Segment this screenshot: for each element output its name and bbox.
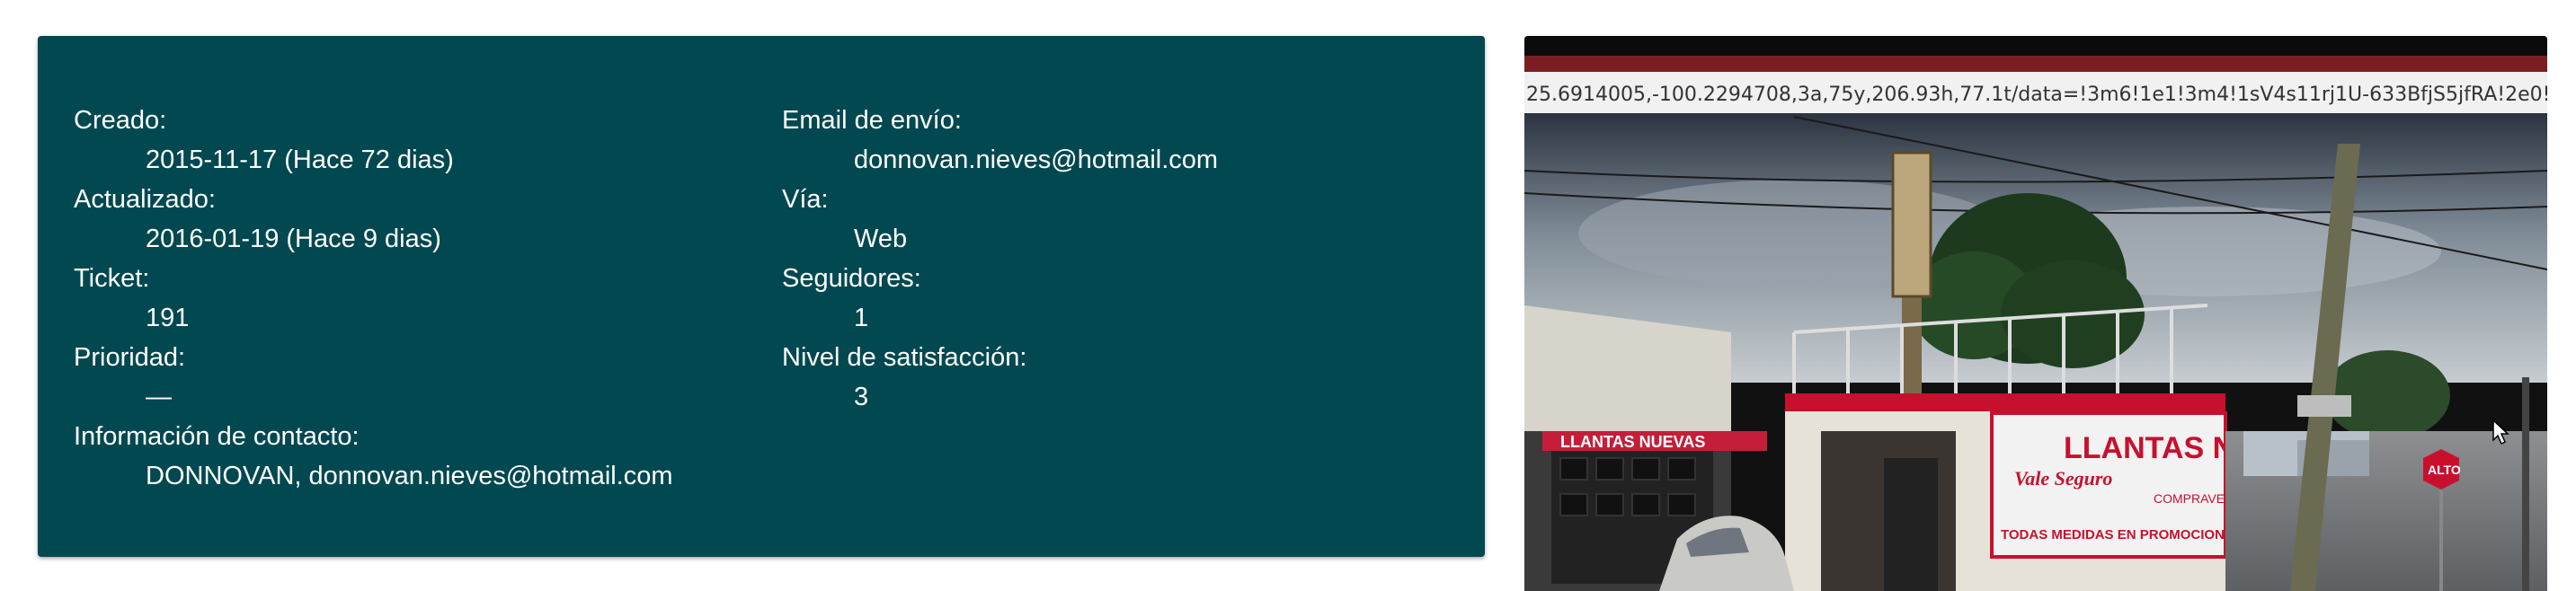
details-left-column: Creado: 2015-11-17 (Hace 72 dias) Actual…	[74, 101, 673, 496]
satisfaction-label: Nivel de satisfacción:	[782, 343, 1027, 372]
satisfaction-value: 3	[854, 383, 869, 411]
updated-label: Actualizado:	[74, 185, 216, 214]
updated-value: 2016-01-19 (Hace 9 dias)	[146, 225, 441, 253]
via-value: Web	[854, 225, 908, 253]
ticket-value: 191	[146, 304, 190, 332]
submission-email-value: donnovan.nieves@hotmail.com	[854, 146, 1219, 174]
stop-sign-text: ALTO	[2428, 463, 2461, 477]
contact-info-label: Información de contacto:	[74, 422, 360, 451]
store-sign-brand: Vale Seguro	[2014, 467, 2112, 490]
priority-value: —	[146, 383, 172, 411]
store-sign-sub: TODAS MEDIDAS EN PROMOCION	[2001, 527, 2225, 542]
contact-info-value: DONNOVAN, donnovan.nieves@hotmail.com	[146, 462, 673, 490]
attachment-url-text: 25.6914005,-100.2294708,3a,75y,206.93h,7…	[1526, 84, 2547, 106]
ticket-details-card: Creado: 2015-11-17 (Hace 72 dias) Actual…	[38, 36, 1485, 557]
ticket-label: Ticket:	[74, 264, 150, 293]
priority-label: Prioridad:	[74, 343, 186, 372]
side-sign-text: LLANTAS NUEVAS	[1560, 433, 1705, 451]
created-value: 2015-11-17 (Hace 72 dias)	[146, 146, 454, 174]
via-label: Vía:	[782, 185, 829, 214]
details-right-column: Email de envío: donnovan.nieves@hotmail.…	[782, 101, 1218, 417]
followers-label: Seguidores:	[782, 264, 921, 293]
created-label: Creado:	[74, 106, 167, 135]
followers-value: 1	[854, 304, 869, 332]
submission-email-label: Email de envío:	[782, 106, 962, 135]
attachment-image[interactable]: 25.6914005,-100.2294708,3a,75y,206.93h,7…	[1524, 36, 2547, 591]
